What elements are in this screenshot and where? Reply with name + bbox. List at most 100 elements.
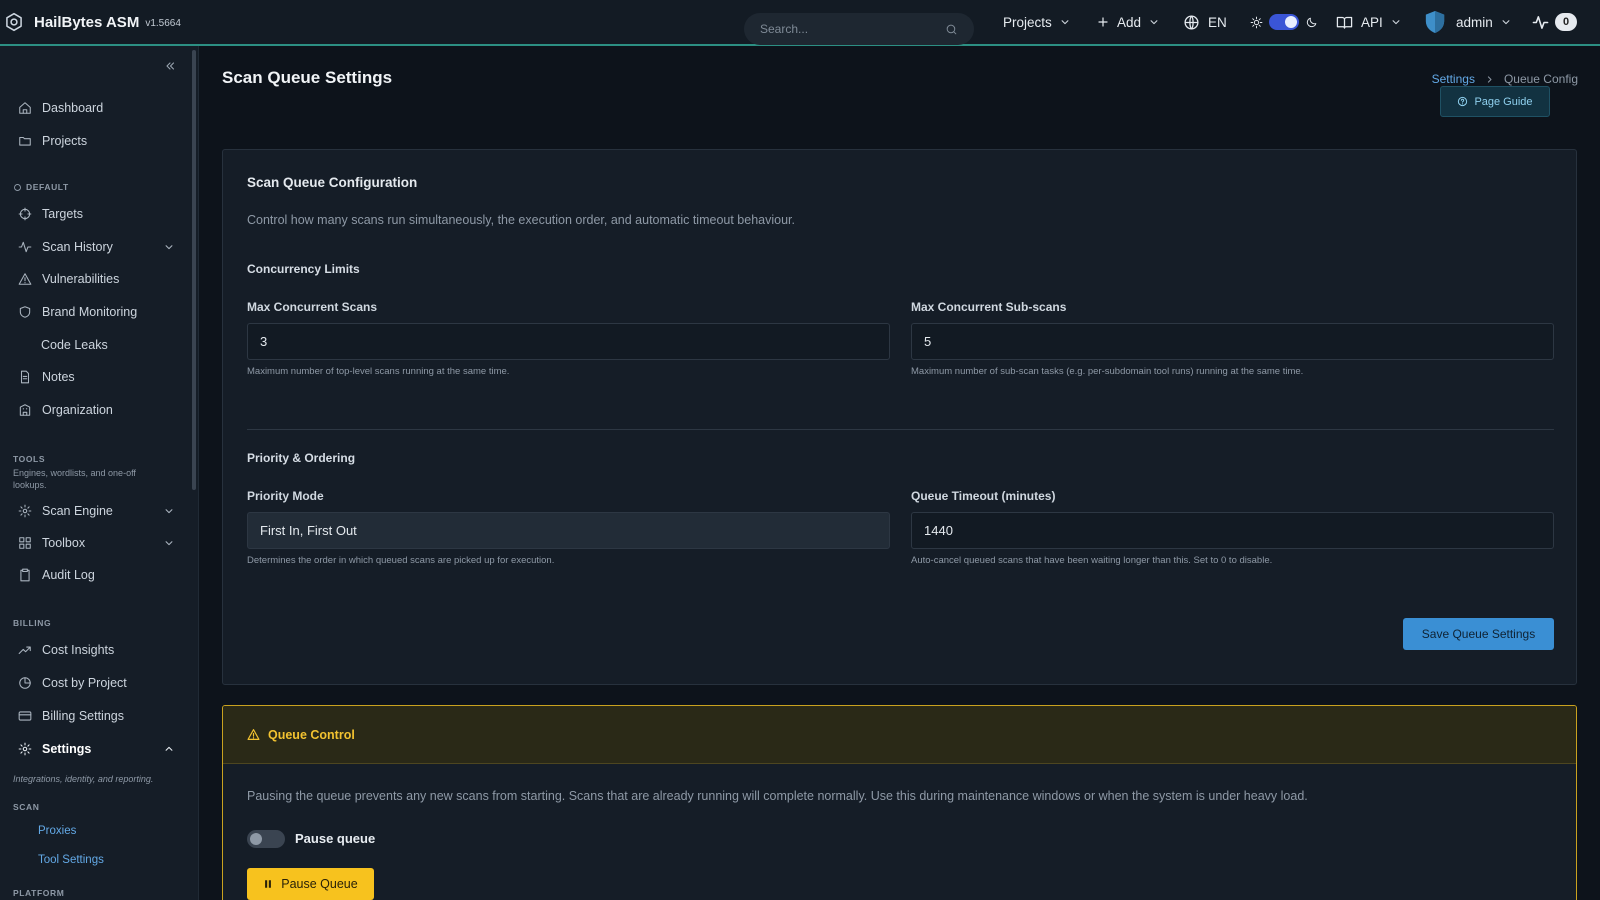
sidebar-item-label: Cost by Project — [42, 676, 127, 690]
chevron-down-icon[interactable] — [164, 242, 174, 252]
notification-count-badge: 0 — [1555, 13, 1578, 31]
chevron-up-icon[interactable] — [164, 744, 174, 754]
sidebar-item-label: Targets — [42, 207, 83, 221]
queue-config-card: Scan Queue Configuration Control how man… — [222, 149, 1577, 685]
top-bar: HailBytes ASM v1.5664 Projects Add EN AP… — [0, 0, 1600, 46]
queue-control-title: Queue Control — [268, 727, 355, 742]
sidebar-item-billing-settings[interactable]: Billing Settings — [0, 701, 190, 731]
language-label: EN — [1208, 14, 1227, 30]
sidebar-item-settings[interactable]: Settings — [0, 734, 190, 764]
max-scans-input[interactable]: 3 — [247, 323, 890, 360]
chevron-down-icon — [1060, 17, 1070, 27]
chevron-down-icon[interactable] — [164, 506, 174, 516]
brand[interactable]: HailBytes ASM v1.5664 — [0, 0, 181, 44]
chevron-right-icon — [1485, 75, 1494, 84]
sidebar-item-organization[interactable]: Organization — [0, 395, 190, 425]
sidebar-item-scan-history[interactable]: Scan History — [0, 232, 190, 262]
notifications-button[interactable]: 0 — [1532, 0, 1578, 44]
sidebar-section-scan: SCAN — [13, 802, 40, 812]
help-circle-icon — [1457, 96, 1468, 107]
sidebar-subitem-proxies[interactable]: Proxies — [38, 825, 76, 837]
sidebar-item-scan-engine[interactable]: Scan Engine — [0, 496, 190, 526]
pause-queue-button[interactable]: Pause Queue — [247, 868, 374, 900]
sidebar-item-projects[interactable]: Projects — [0, 126, 190, 156]
theme-toggle[interactable] — [1250, 0, 1318, 44]
pause-queue-toggle-label: Pause queue — [295, 831, 376, 846]
chevron-down-icon[interactable] — [164, 538, 174, 548]
app-version: v1.5664 — [145, 18, 181, 29]
grid-icon — [18, 536, 32, 550]
sidebar-item-label: Brand Monitoring — [42, 305, 138, 319]
user-menu[interactable]: admin — [1424, 0, 1511, 44]
moon-icon — [1305, 16, 1318, 29]
sidebar-scrollbar[interactable] — [192, 50, 196, 490]
building-icon — [18, 403, 32, 417]
max-scans-help: Maximum number of top-level scans runnin… — [247, 366, 510, 377]
sidebar-item-cost-insights[interactable]: Cost Insights — [0, 635, 190, 665]
api-menu[interactable]: API — [1336, 0, 1401, 44]
collapse-sidebar-icon[interactable] — [164, 60, 176, 72]
layers-icon — [13, 183, 22, 192]
shield-icon — [18, 305, 32, 319]
theme-switch[interactable] — [1269, 14, 1299, 30]
breadcrumb-settings-link[interactable]: Settings — [1432, 72, 1475, 86]
sidebar-item-label: Notes — [42, 370, 75, 384]
app-name: HailBytes ASM — [34, 13, 140, 31]
sidebar-item-audit-log[interactable]: Audit Log — [0, 560, 190, 590]
sidebar-item-dashboard[interactable]: Dashboard — [0, 93, 190, 123]
max-scans-label: Max Concurrent Scans — [247, 300, 378, 314]
max-subscans-label: Max Concurrent Sub-scans — [911, 300, 1067, 314]
queue-control-header: Queue Control — [223, 706, 1576, 764]
plus-icon — [1097, 16, 1109, 28]
search-icon[interactable] — [945, 23, 958, 36]
api-menu-label: API — [1361, 14, 1383, 30]
sidebar-subitem-tool-settings[interactable]: Tool Settings — [38, 854, 104, 866]
sidebar-section-tools: TOOLS — [13, 454, 46, 464]
sidebar-item-targets[interactable]: Targets — [0, 199, 190, 229]
search-input[interactable] — [760, 22, 940, 36]
pause-icon — [263, 879, 273, 889]
sidebar-section-default: DEFAULT — [13, 182, 69, 192]
save-queue-settings-button[interactable]: Save Queue Settings — [1403, 618, 1554, 650]
language-selector[interactable]: EN — [1183, 0, 1227, 44]
queue-control-card: Queue Control Pausing the queue prevents… — [222, 705, 1577, 900]
warning-icon — [18, 272, 32, 286]
sidebar-item-toolbox[interactable]: Toolbox — [0, 528, 190, 558]
page-guide-label: Page Guide — [1474, 95, 1533, 108]
sidebar-item-label: Organization — [42, 403, 113, 417]
page-title: Scan Queue Settings — [222, 68, 393, 87]
pause-queue-toggle[interactable] — [247, 830, 285, 848]
page-guide-button[interactable]: Page Guide — [1440, 86, 1550, 117]
sidebar-item-label: Cost Insights — [42, 643, 115, 657]
add-menu[interactable]: Add — [1097, 0, 1159, 44]
queue-timeout-label: Queue Timeout (minutes) — [911, 489, 1056, 503]
sidebar-item-label: Scan Engine — [42, 504, 113, 518]
concurrency-heading: Concurrency Limits — [247, 262, 360, 276]
projects-menu-label: Projects — [1003, 14, 1052, 30]
chevron-down-icon — [1501, 17, 1511, 27]
max-subscans-help: Maximum number of sub-scan tasks (e.g. p… — [911, 366, 1304, 377]
sidebar-item-label: Billing Settings — [42, 709, 124, 723]
sidebar-item-notes[interactable]: Notes — [0, 362, 190, 392]
search-box[interactable] — [744, 13, 974, 45]
section-divider — [247, 429, 1554, 430]
sidebar-item-vulnerabilities[interactable]: Vulnerabilities — [0, 264, 190, 294]
queue-control-description: Pausing the queue prevents any new scans… — [247, 789, 1308, 803]
breadcrumb: Settings Queue Config — [1432, 72, 1578, 86]
projects-menu[interactable]: Projects — [1003, 0, 1070, 44]
priority-mode-select[interactable]: First In, First Out — [247, 512, 890, 549]
sidebar-item-label: Toolbox — [42, 536, 86, 550]
priority-mode-help: Determines the order in which queued sca… — [247, 555, 555, 566]
crosshair-icon — [18, 207, 32, 221]
sidebar-item-label: Vulnerabilities — [42, 272, 120, 286]
gear-icon — [18, 504, 32, 518]
sidebar-item-cost-by-project[interactable]: Cost by Project — [0, 668, 190, 698]
sun-icon — [1250, 16, 1263, 29]
add-menu-label: Add — [1117, 14, 1142, 30]
pause-queue-label: Pause Queue — [281, 877, 358, 891]
sidebar-item-brand-monitoring[interactable]: Brand Monitoring — [0, 297, 190, 327]
queue-timeout-input[interactable]: 1440 — [911, 512, 1554, 549]
sidebar-item-label: Settings — [42, 742, 92, 756]
sidebar-item-code-leaks[interactable]: Code Leaks — [0, 330, 190, 360]
max-subscans-input[interactable]: 5 — [911, 323, 1554, 360]
